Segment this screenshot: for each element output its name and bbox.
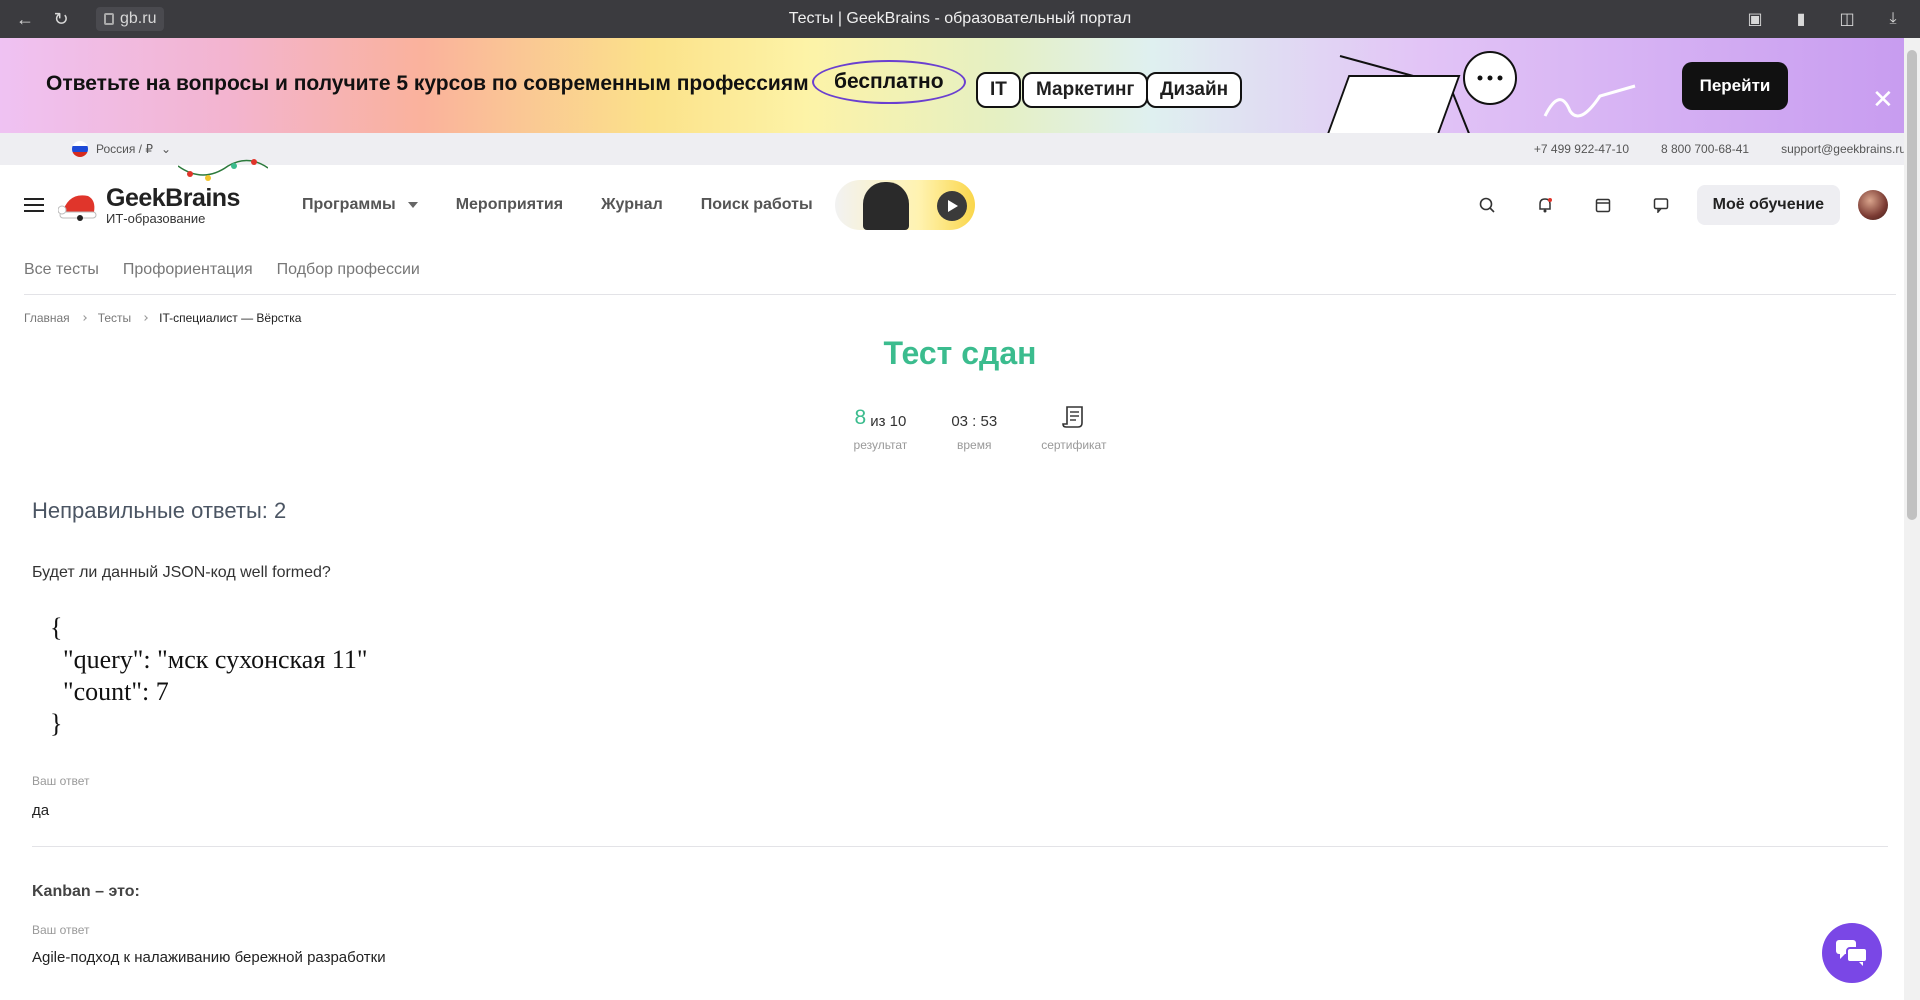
download-icon[interactable]: ⤓: [1882, 8, 1904, 30]
chat-widget-button[interactable]: [1822, 923, 1882, 983]
divider: [32, 846, 1888, 847]
chat-bubbles-icon: [1836, 940, 1868, 966]
breadcrumb-tests[interactable]: Тесты: [98, 311, 131, 325]
promo-cta-button[interactable]: Перейти: [1682, 62, 1788, 110]
lock-icon: [104, 13, 114, 25]
garland-icon: [178, 159, 268, 181]
time-label: время: [957, 438, 992, 452]
logo[interactable]: GeekBrains ИТ-образование: [58, 159, 268, 226]
breadcrumb-current: IT-специалист — Вёрстка: [159, 311, 302, 325]
url-text: gb.ru: [120, 10, 157, 27]
chevron-right-icon: [80, 315, 87, 321]
play-icon[interactable]: [936, 191, 967, 221]
promo-tag-design[interactable]: Дизайн: [1146, 72, 1243, 108]
chevron-right-icon: [142, 315, 148, 321]
video-promo-thumbnail[interactable]: [834, 180, 975, 230]
your-answer-label: Ваш ответ: [32, 923, 90, 937]
phone-link-1[interactable]: +7 499 922-47-10: [1534, 142, 1629, 156]
address-bar[interactable]: gb.ru: [96, 7, 165, 31]
certificate-label: сертификат: [1041, 438, 1107, 452]
close-icon[interactable]: ✕: [1872, 84, 1894, 115]
back-arrow-icon[interactable]: ←: [14, 8, 36, 30]
score-stat: 8 из 10 результат: [854, 402, 908, 452]
main-header: GeekBrains ИТ-образование Программы Меро…: [0, 159, 1920, 245]
reload-icon[interactable]: ↻: [50, 8, 72, 30]
question-text: Будет ли данный JSON-код well formed?: [32, 564, 331, 581]
nav-job-search[interactable]: Поиск работы: [701, 196, 813, 214]
promo-illustration: [1325, 51, 1636, 133]
santa-hat-logo-icon: [58, 195, 97, 221]
my-learning-button[interactable]: Моё обучение: [1696, 185, 1840, 225]
brand-subtitle: ИТ-образование: [106, 211, 206, 226]
messages-icon[interactable]: [1651, 195, 1671, 215]
score-label: результат: [853, 438, 908, 452]
promo-text: Ответьте на вопросы и получите 5 курсов …: [46, 72, 809, 95]
person-photo: [862, 182, 909, 230]
collections-icon[interactable]: ◫: [1836, 8, 1858, 30]
nav-journal[interactable]: Журнал: [601, 196, 663, 214]
breadcrumb: Главная Тесты IT-специалист — Вёрстка: [24, 311, 1896, 325]
time-stat: 03 : 53 время: [951, 402, 997, 452]
subnav-all-tests[interactable]: Все тесты: [24, 261, 99, 279]
certificate-stat[interactable]: сертификат: [1041, 402, 1106, 452]
avatar[interactable]: [1858, 190, 1888, 220]
score-value: 8: [854, 406, 867, 429]
wrong-answers-title: Неправильные ответы: 2: [32, 498, 287, 523]
tests-subnav: Все тесты Профориентация Подбор професси…: [24, 245, 1896, 295]
score-total: из 10: [870, 413, 907, 430]
your-answer-value: да: [32, 802, 50, 819]
phone-link-2[interactable]: 8 800 700-68-41: [1661, 142, 1749, 156]
nav-events[interactable]: Мероприятия: [456, 196, 563, 214]
subnav-profession-match[interactable]: Подбор профессии: [277, 261, 420, 279]
your-answer-value: Agile-подход к налаживанию бережной разр…: [32, 949, 386, 966]
wrong-answers-section: Неправильные ответы: 2 Будет ли данный J…: [32, 498, 1888, 966]
certificate-icon[interactable]: [1061, 404, 1087, 430]
promo-highlight: бесплатно: [812, 60, 966, 104]
email-link[interactable]: support@geekbrains.ru: [1781, 142, 1906, 156]
time-value: 03 : 53: [951, 413, 998, 430]
breadcrumb-home[interactable]: Главная: [24, 311, 70, 325]
hamburger-menu-icon[interactable]: [24, 198, 44, 212]
question-text: Kanban – это:: [32, 883, 140, 900]
promo-banner: Ответьте на вопросы и получите 5 курсов …: [0, 38, 1920, 133]
caret-down-icon: [407, 201, 418, 208]
calendar-icon[interactable]: [1593, 195, 1613, 215]
page-title: Тест сдан: [883, 335, 1037, 371]
russia-flag-icon: [72, 141, 88, 157]
page-scrollbar[interactable]: [1904, 38, 1920, 1000]
region-selector[interactable]: Россия / ₽ ⌄: [72, 141, 171, 157]
chevron-down-icon: ⌄: [161, 142, 172, 156]
bookmark-icon[interactable]: ▮: [1790, 8, 1812, 30]
scrollbar-thumb[interactable]: [1907, 50, 1917, 520]
tab-title: Тесты | GeekBrains - образовательный пор…: [788, 10, 1132, 27]
brand-name: GeekBrains: [106, 184, 240, 212]
search-icon[interactable]: [1477, 195, 1497, 215]
top-info-bar: Россия / ₽ ⌄ +7 499 922-47-10 8 800 700-…: [0, 133, 1920, 165]
result-stats: 8 из 10 результат 03 : 53 время сертифика…: [40, 402, 1920, 452]
region-label: Россия / ₽: [96, 142, 153, 156]
subnav-career-guidance[interactable]: Профориентация: [123, 261, 253, 279]
browser-toolbar: ← ↻ gb.ru Тесты | GeekBrains - образоват…: [0, 0, 1920, 38]
question-code-image: { "query": "мск сухонская 11" "count": 7…: [50, 613, 368, 738]
promo-tag-it[interactable]: IT: [976, 72, 1021, 108]
your-answer-label: Ваш ответ: [32, 774, 90, 788]
promo-tag-marketing[interactable]: Маркетинг: [1022, 72, 1149, 108]
notification-bell-icon[interactable]: [1535, 195, 1555, 215]
nav-programs[interactable]: Программы: [302, 196, 418, 214]
extensions-icon[interactable]: ▣: [1744, 8, 1766, 30]
